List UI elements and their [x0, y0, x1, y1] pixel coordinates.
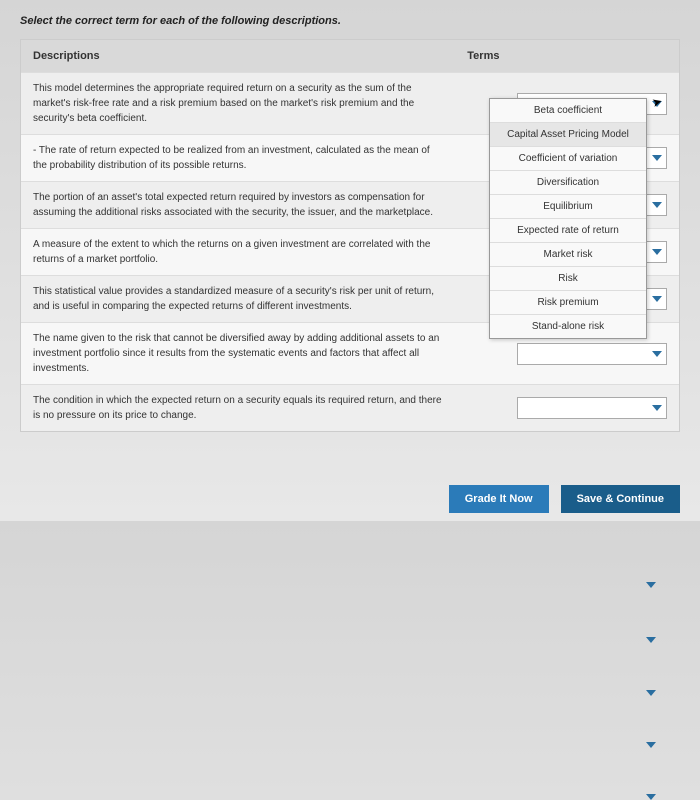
dropdown-option[interactable]: Equilibrium [490, 195, 646, 219]
chevron-down-icon [646, 582, 656, 588]
chevron-down-icon [652, 155, 662, 161]
header-terms: Terms [455, 40, 679, 73]
dropdown-option[interactable]: Coefficient of variation [490, 147, 646, 171]
table-row: The condition in which the expected retu… [21, 385, 679, 432]
chevron-down-icon [646, 794, 656, 800]
chevron-down-icon [646, 690, 656, 696]
term-select[interactable] [517, 343, 667, 365]
dropdown-option[interactable]: Market risk [490, 243, 646, 267]
button-bar: Grade It Now Save & Continue [449, 485, 680, 513]
chevron-down-icon [652, 296, 662, 302]
chevron-down-icon [646, 637, 656, 643]
dropdown-option[interactable]: Capital Asset Pricing Model [490, 123, 646, 147]
description-cell: The portion of an asset's total expected… [21, 182, 455, 229]
description-cell: The name given to the risk that cannot b… [21, 323, 455, 385]
dropdown-option[interactable]: Expected rate of return [490, 219, 646, 243]
save-continue-button[interactable]: Save & Continue [561, 485, 680, 513]
instruction-text: Select the correct term for each of the … [20, 15, 680, 27]
dropdown-option[interactable]: Diversification [490, 171, 646, 195]
dropdown-option[interactable]: Risk premium [490, 291, 646, 315]
chevron-down-icon [652, 249, 662, 255]
term-select[interactable] [517, 397, 667, 419]
chevron-down-icon [652, 351, 662, 357]
chevron-down-icon [652, 405, 662, 411]
dropdown-option[interactable]: Risk [490, 267, 646, 291]
description-cell: This model determines the appropriate re… [21, 73, 455, 135]
chevron-down-icon [652, 202, 662, 208]
header-row: Descriptions Terms [21, 40, 679, 73]
dropdown-option[interactable]: Stand-alone risk [490, 315, 646, 338]
description-cell: A measure of the extent to which the ret… [21, 229, 455, 276]
term-dropdown-menu: Beta coefficient Capital Asset Pricing M… [489, 98, 647, 339]
description-cell: - The rate of return expected to be real… [21, 135, 455, 182]
chevron-down-icon [646, 742, 656, 748]
description-cell: The condition in which the expected retu… [21, 385, 455, 432]
dropdown-option[interactable]: Beta coefficient [490, 99, 646, 123]
grade-button[interactable]: Grade It Now [449, 485, 549, 513]
header-descriptions: Descriptions [21, 40, 455, 73]
description-cell: This statistical value provides a standa… [21, 276, 455, 323]
